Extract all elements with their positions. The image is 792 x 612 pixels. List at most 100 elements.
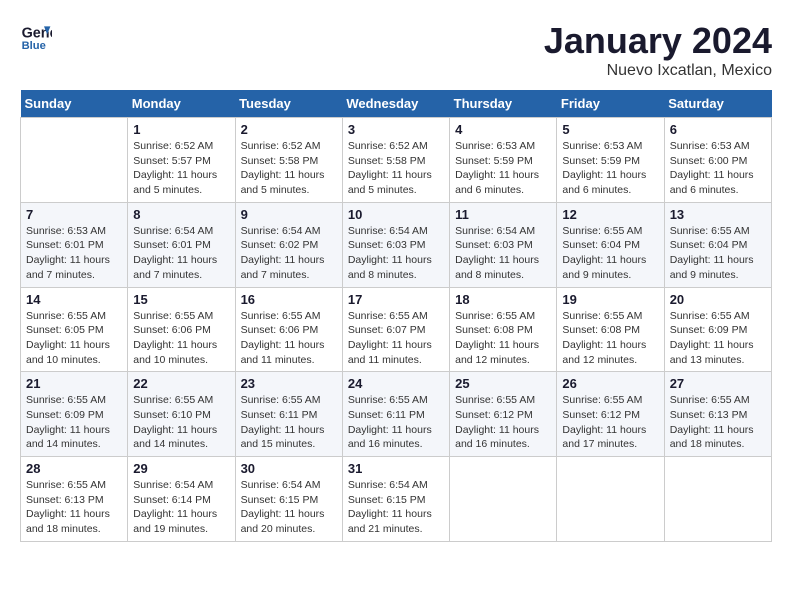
calendar-day-cell: 14Sunrise: 6:55 AM Sunset: 6:05 PM Dayli… — [21, 287, 128, 372]
day-info: Sunrise: 6:54 AM Sunset: 6:15 PM Dayligh… — [348, 478, 444, 537]
calendar-day-cell: 21 Sunrise: 6:55 AM Sunset: 6:09 PM Dayli… — [21, 372, 128, 457]
day-info: Sunrise: 6:55 AM Sunset: 6:11 PM Dayligh… — [348, 393, 444, 452]
day-info: Sunrise: 6:53 AM Sunset: 6:01 PM Dayligh… — [26, 224, 122, 283]
day-number: 5 — [562, 122, 658, 137]
day-number: 1 — [133, 122, 229, 137]
calendar-day-cell: 26Sunrise: 6:55 AM Sunset: 6:12 PM Dayli… — [557, 372, 664, 457]
day-info: Sunrise: 6:55 AM Sunset: 6:12 PM Dayligh… — [455, 393, 551, 452]
day-number: 21 — [26, 376, 122, 391]
calendar-day-cell: 11Sunrise: 6:54 AM Sunset: 6:03 PM Dayli… — [450, 202, 557, 287]
calendar-day-cell — [664, 457, 771, 542]
svg-text:Blue: Blue — [22, 40, 46, 52]
day-number: 20 — [670, 292, 766, 307]
day-number: 31 — [348, 461, 444, 476]
day-info: Sunrise: 6:54 AM Sunset: 6:14 PM Dayligh… — [133, 478, 229, 537]
day-number: 26 — [562, 376, 658, 391]
day-number: 22 — [133, 376, 229, 391]
day-info: Sunrise: 6:54 AM Sunset: 6:02 PM Dayligh… — [241, 224, 337, 283]
day-number: 9 — [241, 207, 337, 222]
day-info: Sunrise: 6:55 AM Sunset: 6:06 PM Dayligh… — [241, 309, 337, 368]
day-number: 4 — [455, 122, 551, 137]
calendar-table: SundayMondayTuesdayWednesdayThursdayFrid… — [20, 90, 772, 542]
calendar-day-cell: 15 Sunrise: 6:55 AM Sunset: 6:06 PM Dayli… — [128, 287, 235, 372]
day-info: Sunrise: 6:55 AM Sunset: 6:08 PM Dayligh… — [455, 309, 551, 368]
day-info: Sunrise: 6:52 AM Sunset: 5:58 PM Dayligh… — [241, 139, 337, 198]
calendar-day-cell: 23 Sunrise: 6:55 AM Sunset: 6:11 PM Dayli… — [235, 372, 342, 457]
day-number: 6 — [670, 122, 766, 137]
calendar-day-cell: 17Sunrise: 6:55 AM Sunset: 6:07 PM Dayli… — [342, 287, 449, 372]
weekday-header: Wednesday — [342, 90, 449, 118]
day-info: Sunrise: 6:55 AM Sunset: 6:13 PM Dayligh… — [670, 393, 766, 452]
location: Nuevo Ixcatlan, Mexico — [544, 62, 772, 80]
day-number: 18 — [455, 292, 551, 307]
calendar-day-cell: 8 Sunrise: 6:54 AM Sunset: 6:01 PM Daylig… — [128, 202, 235, 287]
month-title: January 2024 — [544, 20, 772, 62]
calendar-day-cell: 31 Sunrise: 6:54 AM Sunset: 6:15 PM Dayli… — [342, 457, 449, 542]
day-info: Sunrise: 6:55 AM Sunset: 6:11 PM Dayligh… — [241, 393, 337, 452]
weekday-header: Saturday — [664, 90, 771, 118]
day-number: 29 — [133, 461, 229, 476]
weekday-header: Tuesday — [235, 90, 342, 118]
day-info: Sunrise: 6:53 AM Sunset: 5:59 PM Dayligh… — [455, 139, 551, 198]
day-info: Sunrise: 6:55 AM Sunset: 6:05 PM Dayligh… — [26, 309, 122, 368]
day-number: 24 — [348, 376, 444, 391]
calendar-day-cell — [21, 118, 128, 203]
logo-icon: General Blue — [20, 20, 52, 52]
page-header: General Blue January 2024 Nuevo Ixcatlan… — [20, 20, 772, 80]
calendar-week-row: 28 Sunrise: 6:55 AM Sunset: 6:13 PM Dayli… — [21, 457, 772, 542]
day-info: Sunrise: 6:55 AM Sunset: 6:06 PM Dayligh… — [133, 309, 229, 368]
day-info: Sunrise: 6:55 AM Sunset: 6:08 PM Dayligh… — [562, 309, 658, 368]
calendar-day-cell: 30 Sunrise: 6:54 AM Sunset: 6:15 PM Dayli… — [235, 457, 342, 542]
day-info: Sunrise: 6:53 AM Sunset: 5:59 PM Dayligh… — [562, 139, 658, 198]
weekday-header-row: SundayMondayTuesdayWednesdayThursdayFrid… — [21, 90, 772, 118]
weekday-header: Thursday — [450, 90, 557, 118]
calendar-day-cell: 16 Sunrise: 6:55 AM Sunset: 6:06 PM Dayli… — [235, 287, 342, 372]
day-number: 16 — [241, 292, 337, 307]
day-info: Sunrise: 6:55 AM Sunset: 6:04 PM Dayligh… — [670, 224, 766, 283]
day-number: 15 — [133, 292, 229, 307]
day-number: 7 — [26, 207, 122, 222]
calendar-day-cell: 2 Sunrise: 6:52 AM Sunset: 5:58 PM Daylig… — [235, 118, 342, 203]
day-info: Sunrise: 6:55 AM Sunset: 6:04 PM Dayligh… — [562, 224, 658, 283]
day-info: Sunrise: 6:54 AM Sunset: 6:03 PM Dayligh… — [455, 224, 551, 283]
day-number: 8 — [133, 207, 229, 222]
day-number: 2 — [241, 122, 337, 137]
day-number: 28 — [26, 461, 122, 476]
calendar-week-row: 14Sunrise: 6:55 AM Sunset: 6:05 PM Dayli… — [21, 287, 772, 372]
day-number: 19 — [562, 292, 658, 307]
weekday-header: Monday — [128, 90, 235, 118]
logo: General Blue — [20, 20, 52, 52]
calendar-day-cell: 10Sunrise: 6:54 AM Sunset: 6:03 PM Dayli… — [342, 202, 449, 287]
day-number: 25 — [455, 376, 551, 391]
day-number: 27 — [670, 376, 766, 391]
day-info: Sunrise: 6:55 AM Sunset: 6:13 PM Dayligh… — [26, 478, 122, 537]
calendar-day-cell: 1Sunrise: 6:52 AM Sunset: 5:57 PM Daylig… — [128, 118, 235, 203]
day-number: 10 — [348, 207, 444, 222]
day-info: Sunrise: 6:54 AM Sunset: 6:15 PM Dayligh… — [241, 478, 337, 537]
calendar-week-row: 1Sunrise: 6:52 AM Sunset: 5:57 PM Daylig… — [21, 118, 772, 203]
day-number: 30 — [241, 461, 337, 476]
calendar-day-cell: 20 Sunrise: 6:55 AM Sunset: 6:09 PM Dayli… — [664, 287, 771, 372]
calendar-day-cell: 6 Sunrise: 6:53 AM Sunset: 6:00 PM Daylig… — [664, 118, 771, 203]
day-info: Sunrise: 6:55 AM Sunset: 6:09 PM Dayligh… — [670, 309, 766, 368]
calendar-day-cell — [450, 457, 557, 542]
calendar-day-cell: 18 Sunrise: 6:55 AM Sunset: 6:08 PM Dayli… — [450, 287, 557, 372]
day-info: Sunrise: 6:55 AM Sunset: 6:07 PM Dayligh… — [348, 309, 444, 368]
calendar-week-row: 21 Sunrise: 6:55 AM Sunset: 6:09 PM Dayli… — [21, 372, 772, 457]
day-info: Sunrise: 6:52 AM Sunset: 5:58 PM Dayligh… — [348, 139, 444, 198]
calendar-day-cell: 24 Sunrise: 6:55 AM Sunset: 6:11 PM Dayli… — [342, 372, 449, 457]
day-info: Sunrise: 6:53 AM Sunset: 6:00 PM Dayligh… — [670, 139, 766, 198]
day-info: Sunrise: 6:55 AM Sunset: 6:09 PM Dayligh… — [26, 393, 122, 452]
calendar-day-cell: 19 Sunrise: 6:55 AM Sunset: 6:08 PM Dayli… — [557, 287, 664, 372]
calendar-day-cell: 4 Sunrise: 6:53 AM Sunset: 5:59 PM Daylig… — [450, 118, 557, 203]
day-number: 23 — [241, 376, 337, 391]
day-info: Sunrise: 6:54 AM Sunset: 6:01 PM Dayligh… — [133, 224, 229, 283]
calendar-day-cell: 3Sunrise: 6:52 AM Sunset: 5:58 PM Daylig… — [342, 118, 449, 203]
calendar-day-cell: 28 Sunrise: 6:55 AM Sunset: 6:13 PM Dayli… — [21, 457, 128, 542]
day-number: 13 — [670, 207, 766, 222]
calendar-day-cell: 9 Sunrise: 6:54 AM Sunset: 6:02 PM Daylig… — [235, 202, 342, 287]
calendar-day-cell: 5 Sunrise: 6:53 AM Sunset: 5:59 PM Daylig… — [557, 118, 664, 203]
title-section: January 2024 Nuevo Ixcatlan, Mexico — [544, 20, 772, 80]
weekday-header: Sunday — [21, 90, 128, 118]
calendar-day-cell: 27 Sunrise: 6:55 AM Sunset: 6:13 PM Dayli… — [664, 372, 771, 457]
